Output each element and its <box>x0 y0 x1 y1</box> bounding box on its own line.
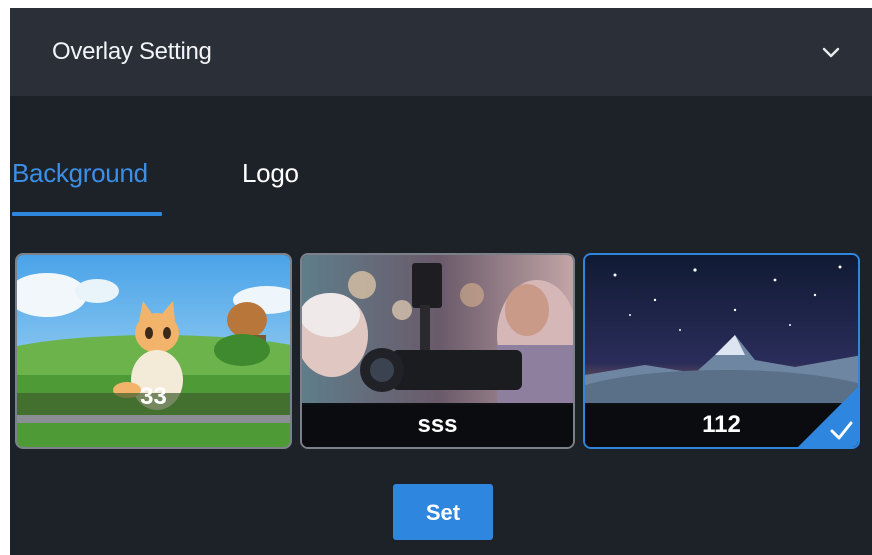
tab-background[interactable]: Background <box>12 158 148 189</box>
background-thumbnail-cartoon-cat <box>17 255 290 447</box>
overlay-setting-header[interactable]: Overlay Setting <box>10 8 872 96</box>
set-button[interactable]: Set <box>393 484 493 540</box>
overlay-tabs: Background Logo <box>10 158 872 218</box>
background-card-112[interactable]: 112 <box>583 253 860 449</box>
checkmark-icon <box>798 387 858 447</box>
active-tab-indicator <box>12 212 162 216</box>
tab-logo[interactable]: Logo <box>242 158 299 189</box>
background-card-33[interactable]: 33 <box>15 253 292 449</box>
chevron-down-icon[interactable] <box>816 38 846 68</box>
panel-title: Overlay Setting <box>52 38 212 65</box>
background-name-label: sss <box>302 403 573 447</box>
overlay-setting-panel: Overlay Setting Background Logo 33 sss 1… <box>10 8 872 555</box>
background-name-label: 33 <box>140 383 167 410</box>
background-card-sss[interactable]: sss <box>300 253 575 449</box>
